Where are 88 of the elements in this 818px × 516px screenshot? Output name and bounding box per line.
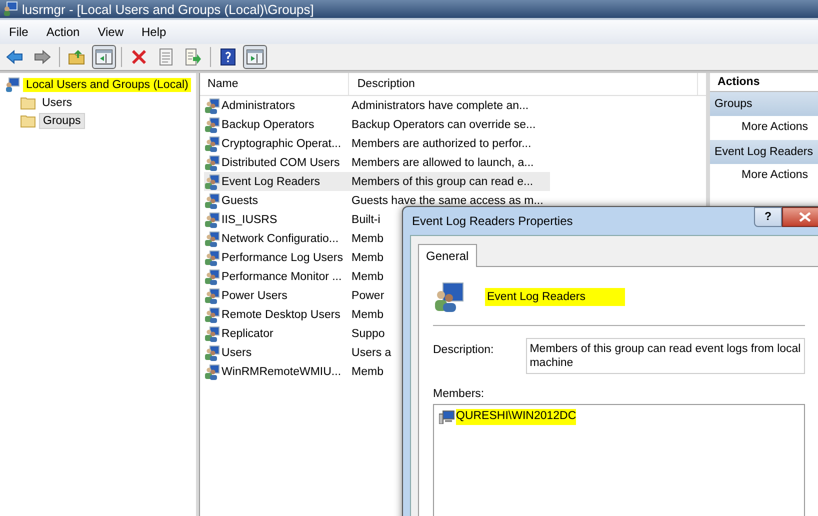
- group-description: Guests have the same access as m...: [352, 194, 544, 206]
- group-description: Members are authorized to perfor...: [352, 138, 532, 150]
- folder-icon: [20, 114, 36, 128]
- group-name: Event Log Readers: [222, 176, 321, 188]
- group-name: IIS_IUSRS: [222, 214, 278, 226]
- export-icon: [184, 48, 202, 66]
- group-name: Power Users: [222, 290, 288, 302]
- close-icon: [799, 212, 811, 222]
- group-description: Members are allowed to launch, a...: [352, 156, 534, 168]
- group-description: Power: [352, 290, 384, 302]
- close-button[interactable]: [782, 207, 818, 227]
- group-name: Performance Monitor ...: [222, 270, 343, 282]
- action-link[interactable]: More Actions: [742, 121, 808, 135]
- group-icon: [204, 268, 220, 284]
- group-icon: [204, 212, 220, 228]
- group-description: Built-i: [352, 214, 380, 226]
- group-icon: [204, 116, 220, 132]
- help-icon: [219, 48, 237, 66]
- group-description: Memb: [352, 270, 384, 282]
- description-field[interactable]: Members of this group can read event logs from local machine: [526, 338, 805, 374]
- tab[interactable]: General: [418, 244, 477, 267]
- group-icon: [204, 230, 220, 246]
- members-list[interactable]: QURESHI\WIN2012DC: [433, 404, 805, 516]
- pane-button[interactable]: [243, 45, 267, 69]
- group-name: Replicator: [222, 328, 274, 340]
- group-name: Guests: [222, 194, 259, 206]
- group-icon: [204, 192, 220, 208]
- pane-icon: [246, 48, 264, 66]
- properties-icon: [157, 48, 175, 66]
- tree-item[interactable]: Groups: [39, 113, 85, 129]
- group-name: WinRMRemoteWMIU...: [222, 366, 342, 378]
- users-computer-icon: [2, 1, 18, 17]
- tree-root[interactable]: Local Users and Groups (Local): [23, 78, 192, 92]
- group-icon: [204, 250, 220, 266]
- folder-icon: [20, 96, 36, 110]
- group-name: Backup Operators: [222, 118, 316, 130]
- group-description: Users a: [352, 346, 392, 358]
- group-description: Memb: [352, 308, 384, 320]
- action-link[interactable]: More Actions: [742, 169, 808, 183]
- description-label: Description:: [433, 343, 494, 358]
- group-description: Memb: [352, 366, 384, 378]
- group-name: Network Configuratio...: [222, 232, 340, 244]
- computer-icon: [439, 410, 455, 424]
- group-name: Performance Log Users: [222, 252, 344, 264]
- group-description: Administrators have complete an...: [352, 100, 529, 112]
- selected-row[interactable]: Event Log Readers Members of this group can read e...: [204, 172, 550, 191]
- group-icon: [204, 364, 220, 380]
- action-section-header[interactable]: Groups: [710, 92, 818, 116]
- group-icon: [204, 306, 220, 322]
- menu-item[interactable]: File: [0, 25, 38, 39]
- group-name: Remote Desktop Users: [222, 308, 342, 320]
- members-label: Members:: [433, 388, 486, 400]
- column-header[interactable]: Name: [200, 73, 350, 95]
- member-item[interactable]: QURESHI\WIN2012DC: [456, 409, 576, 425]
- group-icon: [433, 281, 465, 313]
- group-name: Administrators: [222, 100, 296, 112]
- group-icon: [204, 326, 220, 342]
- menu-item[interactable]: Action: [37, 25, 89, 39]
- dialog-title: Event Log Readers Properties: [411, 214, 573, 228]
- back-icon: [6, 48, 24, 66]
- group-name: Distributed COM Users: [222, 156, 341, 168]
- up-icon: [68, 48, 86, 66]
- group-description: Backup Operators can override se...: [352, 118, 536, 130]
- group-name-field: Event Log Readers: [485, 288, 626, 306]
- group-icon: [204, 344, 220, 360]
- help-button[interactable]: ?: [754, 207, 782, 227]
- menu-item[interactable]: View: [88, 25, 132, 39]
- window-title: lusrmgr - [Local Users and Groups (Local)\Groups]: [22, 2, 314, 16]
- group-name: Users: [222, 346, 253, 358]
- group-icon: [204, 98, 220, 114]
- tree-button[interactable]: [92, 45, 116, 69]
- group-description: Suppo: [352, 328, 385, 340]
- tree-icon: [95, 48, 113, 66]
- menu-item[interactable]: Help: [132, 25, 176, 39]
- group-description: Members of this group can read e...: [352, 176, 534, 188]
- group-icon: [204, 174, 220, 190]
- tree-item[interactable]: Users: [39, 96, 76, 110]
- group-description: Memb: [352, 252, 384, 264]
- delete-icon: [130, 48, 148, 66]
- column-header[interactable]: Description: [349, 73, 698, 95]
- group-icon: [204, 288, 220, 304]
- users-computer-icon: [4, 77, 20, 93]
- group-description: Memb: [352, 232, 384, 244]
- group-icon: [204, 154, 220, 170]
- forward-icon: [33, 48, 51, 66]
- group-icon: [204, 136, 220, 152]
- group-name: Cryptographic Operat...: [222, 138, 342, 150]
- action-section-header[interactable]: Event Log Readers: [710, 140, 818, 164]
